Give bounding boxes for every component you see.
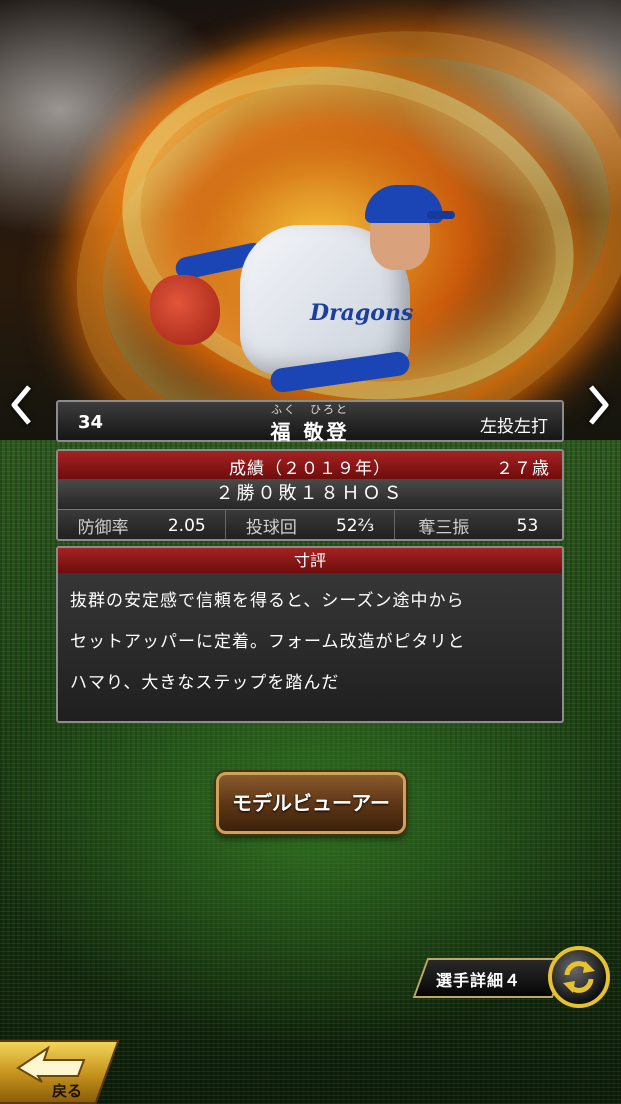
season-label: 成績（２０１９年）	[229, 459, 391, 479]
player-name-bar: 34 ふく ひろと 福 敬登 左投左打	[56, 400, 564, 444]
season-stats-panel: 成績（２０１９年） ２７歳 ２勝０敗１８ＨＯＳ 防御率 2.05 投球回 52⅔…	[56, 449, 564, 541]
comment-line: ハマり、大きなステップを踏んだ	[70, 673, 340, 693]
player-cap	[365, 185, 455, 223]
stat-value: 53	[516, 515, 539, 536]
back-button[interactable]: 戻る	[0, 1036, 120, 1104]
stat-strikeouts: 奪三振 53	[394, 510, 562, 539]
player-detail-button[interactable]: 選手詳細４	[412, 958, 568, 998]
player-illustration: Dragons	[120, 180, 460, 420]
stat-innings: 投球回 52⅔	[226, 510, 395, 539]
back-arrow-icon	[16, 1045, 86, 1083]
comment-line: 抜群の安定感で信頼を得ると、シーズン途中から	[70, 591, 465, 611]
stat-label: 奪三振	[418, 518, 470, 538]
stats-row: 防御率 2.05 投球回 52⅔ 奪三振 53	[58, 510, 562, 539]
stats-header: 成績（２０１９年） ２７歳	[58, 451, 562, 479]
swap-cycle-icon	[563, 961, 595, 993]
back-label: 戻る	[52, 1082, 83, 1100]
comment-text: 抜群の安定感で信頼を得ると、シーズン途中から セットアッパーに定着。フォーム改造…	[58, 573, 562, 704]
player-detail-label: 選手詳細４	[436, 971, 522, 990]
uniform-logo: Dragons	[310, 300, 414, 326]
comment-header: 寸評	[58, 548, 562, 573]
chevron-right-icon	[589, 385, 609, 425]
next-player-button[interactable]	[584, 380, 614, 430]
stat-value: 52⅔	[335, 515, 375, 536]
stat-label: 投球回	[245, 518, 297, 538]
comment-line: セットアッパーに定着。フォーム改造がピタリと	[70, 632, 466, 652]
player-age: ２７歳	[496, 459, 550, 479]
prev-player-button[interactable]	[6, 380, 36, 430]
win-loss-record: ２勝０敗１８ＨＯＳ	[58, 479, 562, 510]
chevron-left-icon	[11, 385, 31, 425]
throw-bat-handedness: 左投左打	[480, 417, 548, 437]
player-glove	[150, 275, 220, 345]
swap-button[interactable]	[548, 946, 610, 1008]
model-viewer-button[interactable]: モデルビューアー	[216, 772, 406, 834]
stat-era: 防御率 2.05	[58, 510, 227, 539]
stat-value: 2.05	[167, 515, 206, 536]
player-comment-panel: 寸評 抜群の安定感で信頼を得ると、シーズン途中から セットアッパーに定着。フォー…	[56, 546, 564, 723]
stat-label: 防御率	[77, 518, 129, 538]
